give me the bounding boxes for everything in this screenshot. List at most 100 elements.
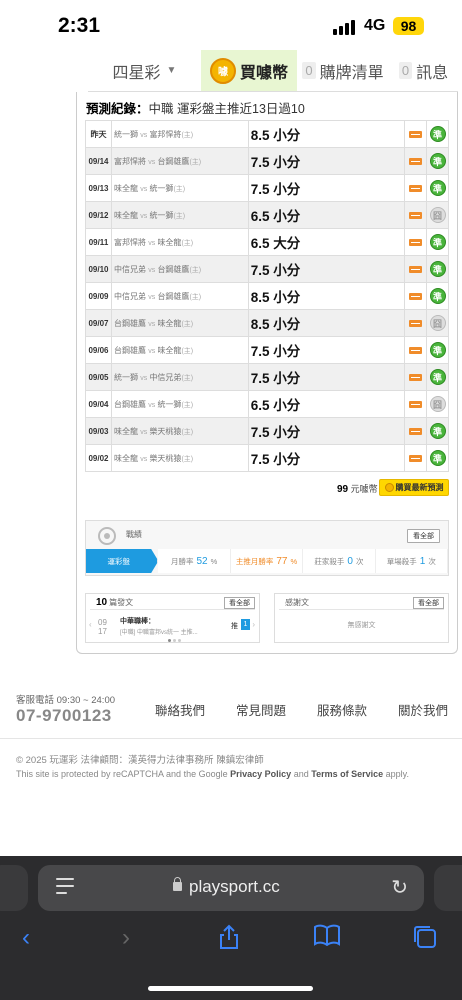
privacy-policy-link[interactable]: Privacy Policy xyxy=(230,769,291,779)
stats-tab[interactable]: 單場殺手 1 次 xyxy=(375,549,449,573)
cart-count: 0 xyxy=(302,62,316,79)
hit-badge: 準 xyxy=(429,450,446,466)
article-icon[interactable] xyxy=(409,211,423,219)
row-prediction: 7.5 小分 xyxy=(247,444,406,472)
stats-tab[interactable]: 莊家殺手 0 次 xyxy=(303,549,376,573)
address-bar[interactable]: playsport.cc ↻ xyxy=(38,865,424,911)
row-date: 09/13 xyxy=(85,174,112,202)
coin-icon xyxy=(384,483,394,492)
hit-badge: 準 xyxy=(429,369,446,385)
footer-link-faq[interactable]: 常見問題 xyxy=(236,700,317,719)
row-date: 09/06 xyxy=(85,336,112,364)
table-row[interactable]: 09/11 富邦悍將 vs 味全龍(主) 6.5 大分 準 xyxy=(85,228,449,256)
table-row[interactable]: 09/06 台鋼雄鷹 vs 味全龍(主) 7.5 小分 準 xyxy=(85,336,449,364)
row-date: 09/10 xyxy=(85,255,112,283)
miss-badge: 囧 xyxy=(429,315,446,331)
row-game: 台鋼雄鷹 vs 統一獅(主) xyxy=(110,390,249,418)
stats-view-all-button[interactable]: 看全部 xyxy=(407,529,440,543)
chevron-right-icon[interactable]: › xyxy=(252,620,255,629)
article-icon[interactable] xyxy=(409,319,423,327)
message-tab[interactable]: 0 訊息 xyxy=(389,50,458,91)
table-row[interactable]: 09/13 味全龍 vs 統一獅(主) 7.5 小分 準 xyxy=(85,174,449,202)
url-text[interactable]: playsport.cc xyxy=(189,877,280,897)
record-title: 預測紀錄：中職 運彩盤主推近13日過10 xyxy=(86,102,305,116)
buy-latest-prediction-button[interactable]: 購買最新預測 xyxy=(379,479,449,496)
lottery-dropdown[interactable]: 四星彩 ▼ xyxy=(88,50,201,91)
table-row[interactable]: 09/03 味全龍 vs 樂天桃猿(主) 7.5 小分 準 xyxy=(85,417,449,445)
article-icon[interactable] xyxy=(409,427,423,435)
stats-tab[interactable]: 主推月勝率 77% xyxy=(230,549,304,573)
home-indicator xyxy=(148,986,313,991)
article-icon[interactable] xyxy=(409,238,423,246)
row-prediction: 7.5 小分 xyxy=(247,363,406,391)
article-icon[interactable] xyxy=(409,157,423,165)
thanks-title: 感謝文 xyxy=(285,598,309,607)
lock-icon xyxy=(173,877,182,891)
buy-coin-tab[interactable]: 噱 買噱幣 xyxy=(201,50,297,91)
row-game: 中信兄弟 vs 台鋼雄鷹(主) xyxy=(110,255,249,283)
article-title[interactable]: 中華職棒： xyxy=(120,616,155,626)
table-row[interactable]: 09/05 統一獅 vs 中信兄弟(主) 7.5 小分 準 xyxy=(85,363,449,391)
target-icon xyxy=(98,527,116,545)
hit-badge: 準 xyxy=(429,234,446,250)
tabs-icon[interactable] xyxy=(412,924,438,957)
back-icon[interactable]: ‹ xyxy=(22,924,30,952)
hit-badge: 準 xyxy=(429,288,446,304)
row-prediction: 7.5 小分 xyxy=(247,417,406,445)
footer-link-contact[interactable]: 聯絡我們 xyxy=(155,700,236,719)
table-row[interactable]: 09/10 中信兄弟 vs 台鋼雄鷹(主) 7.5 小分 準 xyxy=(85,255,449,283)
service-phone[interactable]: 07-9700123 xyxy=(16,706,112,726)
article-icon[interactable] xyxy=(409,454,423,462)
row-prediction: 6.5 大分 xyxy=(247,228,406,256)
article-icon[interactable] xyxy=(409,130,423,138)
browser-chrome: playsport.cc ↻ ‹ › xyxy=(0,856,462,1000)
page-menu-icon[interactable] xyxy=(56,878,74,896)
footer-links: 聯絡我們 常見問題 服務條款 關於我們 xyxy=(155,700,462,719)
recommend-count: 1 xyxy=(241,619,250,630)
reload-icon[interactable]: ↻ xyxy=(391,875,408,900)
row-game: 台鋼雄鷹 vs 味全龍(主) xyxy=(110,336,249,364)
article-icon[interactable] xyxy=(409,346,423,354)
articles-view-all-button[interactable]: 看全部 xyxy=(224,597,255,609)
bookmarks-icon[interactable] xyxy=(313,924,341,953)
table-row[interactable]: 09/14 富邦悍將 vs 台鋼雄鷹(主) 7.5 小分 準 xyxy=(85,147,449,175)
recaptcha-notice: This site is protected by reCAPTCHA and … xyxy=(16,769,409,779)
row-prediction: 6.5 小分 xyxy=(247,201,406,229)
table-row[interactable]: 09/12 味全龍 vs 統一獅(主) 6.5 小分 囧 xyxy=(85,201,449,229)
stats-tab[interactable]: 月勝率 52% xyxy=(158,549,231,573)
browser-toolbar: ‹ › xyxy=(0,924,462,964)
next-tab-peek[interactable] xyxy=(434,865,462,911)
table-row[interactable]: 09/09 中信兄弟 vs 台鋼雄鷹(主) 8.5 小分 準 xyxy=(85,282,449,310)
row-date: 09/02 xyxy=(85,444,112,472)
article-subtitle[interactable]: [中職] 中職富邦vs統一 主推... xyxy=(120,627,198,636)
thanks-view-all-button[interactable]: 看全部 xyxy=(413,597,444,609)
row-game: 富邦悍將 vs 台鋼雄鷹(主) xyxy=(110,147,249,175)
cart-tab[interactable]: 0 購牌清單 xyxy=(297,50,389,91)
article-icon[interactable] xyxy=(409,184,423,192)
row-prediction: 8.5 小分 xyxy=(247,309,406,337)
row-date: 09/04 xyxy=(85,390,112,418)
stats-tab[interactable]: 運彩盤 xyxy=(86,549,159,573)
article-icon[interactable] xyxy=(409,373,423,381)
thanks-panel: 感謝文 看全部 無感謝文 xyxy=(274,593,449,643)
article-icon[interactable] xyxy=(409,265,423,273)
previous-tab-peek[interactable] xyxy=(0,865,28,911)
footer-link-terms[interactable]: 服務條款 xyxy=(317,700,398,719)
message-label: 訊息 xyxy=(416,64,449,82)
table-row[interactable]: 昨天 統一獅 vs 富邦悍將(主) 8.5 小分 準 xyxy=(85,120,449,148)
article-count: 10 xyxy=(96,597,108,608)
share-icon[interactable] xyxy=(217,924,241,957)
footer-link-about[interactable]: 關於我們 xyxy=(398,700,462,719)
article-icon[interactable] xyxy=(409,400,423,408)
table-row[interactable]: 09/02 味全龍 vs 樂天桃猿(主) 7.5 小分 準 xyxy=(85,444,449,472)
table-row[interactable]: 09/04 台鋼雄鷹 vs 統一獅(主) 6.5 小分 囧 xyxy=(85,390,449,418)
battery-icon: 98 xyxy=(393,17,424,35)
chevron-left-icon[interactable]: ‹ xyxy=(89,620,92,629)
table-row[interactable]: 09/07 台鋼雄鷹 vs 味全龍(主) 8.5 小分 囧 xyxy=(85,309,449,337)
hit-badge: 準 xyxy=(429,126,446,142)
article-icon[interactable] xyxy=(409,292,423,300)
row-game: 味全龍 vs 樂天桃猿(主) xyxy=(110,444,249,472)
row-game: 台鋼雄鷹 vs 味全龍(主) xyxy=(110,309,249,337)
forward-icon[interactable]: › xyxy=(122,924,130,952)
terms-of-service-link[interactable]: Terms of Service xyxy=(311,769,383,779)
